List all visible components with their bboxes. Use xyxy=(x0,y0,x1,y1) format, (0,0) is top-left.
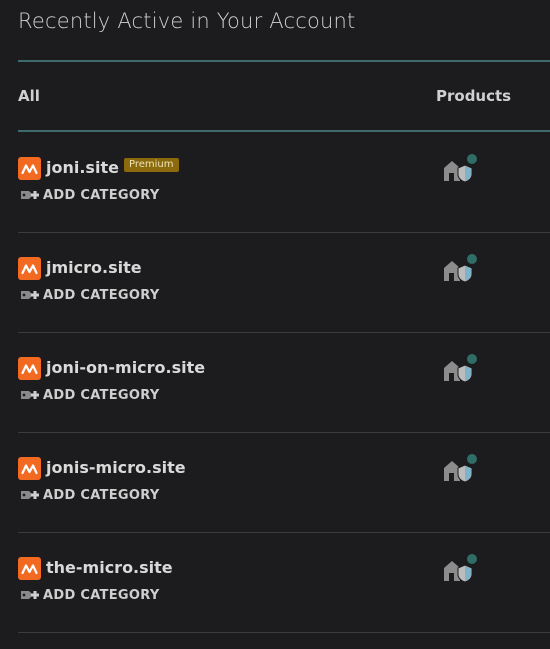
site-logo-icon[interactable] xyxy=(18,157,41,180)
site-name-link[interactable]: joni.site xyxy=(46,158,119,177)
add-category-button[interactable]: ADD CATEGORY xyxy=(20,487,160,503)
tag-plus-icon xyxy=(21,191,39,199)
list-item: joni.site Premium ADD CATEGORY xyxy=(18,133,550,233)
add-category-label: ADD CATEGORY xyxy=(43,387,160,403)
add-category-button[interactable]: ADD CATEGORY xyxy=(20,187,160,203)
site-logo-icon[interactable] xyxy=(18,557,41,580)
list-item: jonis-micro.site ADD CATEGORY xyxy=(18,433,550,533)
list-item: joni-on-micro.site ADD CATEGORY xyxy=(18,333,550,433)
house-shield-icon[interactable] xyxy=(442,453,480,483)
recently-active-panel: Recently Active in Your Account All Prod… xyxy=(0,0,550,649)
site-name-link[interactable]: jonis-micro.site xyxy=(46,458,186,477)
site-name-link[interactable]: the-micro.site xyxy=(46,558,173,577)
premium-badge: Premium xyxy=(124,158,179,172)
column-header-products: Products xyxy=(436,87,512,105)
site-name-link[interactable]: joni-on-micro.site xyxy=(46,358,205,377)
list-item: the-micro.site ADD CATEGORY xyxy=(18,533,550,633)
house-shield-icon[interactable] xyxy=(442,553,480,583)
site-logo-icon[interactable] xyxy=(18,357,41,380)
site-logo-icon[interactable] xyxy=(18,457,41,480)
add-category-label: ADD CATEGORY xyxy=(43,587,160,603)
add-category-button[interactable]: ADD CATEGORY xyxy=(20,287,160,303)
tag-plus-icon xyxy=(21,291,39,299)
site-name-link[interactable]: jmicro.site xyxy=(46,258,142,277)
header-divider-bottom xyxy=(18,130,550,132)
header-divider-top xyxy=(18,60,550,62)
tag-plus-icon xyxy=(21,491,39,499)
add-category-label: ADD CATEGORY xyxy=(43,487,160,503)
tag-plus-icon xyxy=(21,391,39,399)
add-category-label: ADD CATEGORY xyxy=(43,187,160,203)
tag-plus-icon xyxy=(21,591,39,599)
add-category-button[interactable]: ADD CATEGORY xyxy=(20,587,160,603)
house-shield-icon[interactable] xyxy=(442,253,480,283)
list-item: jmicro.site ADD CATEGORY xyxy=(18,233,550,333)
house-shield-icon[interactable] xyxy=(442,153,480,183)
site-logo-icon[interactable] xyxy=(18,257,41,280)
row-divider xyxy=(18,632,550,633)
house-shield-icon[interactable] xyxy=(442,353,480,383)
add-category-button[interactable]: ADD CATEGORY xyxy=(20,387,160,403)
add-category-label: ADD CATEGORY xyxy=(43,287,160,303)
page-title: Recently Active in Your Account xyxy=(18,9,356,33)
column-header-all[interactable]: All xyxy=(18,87,40,105)
